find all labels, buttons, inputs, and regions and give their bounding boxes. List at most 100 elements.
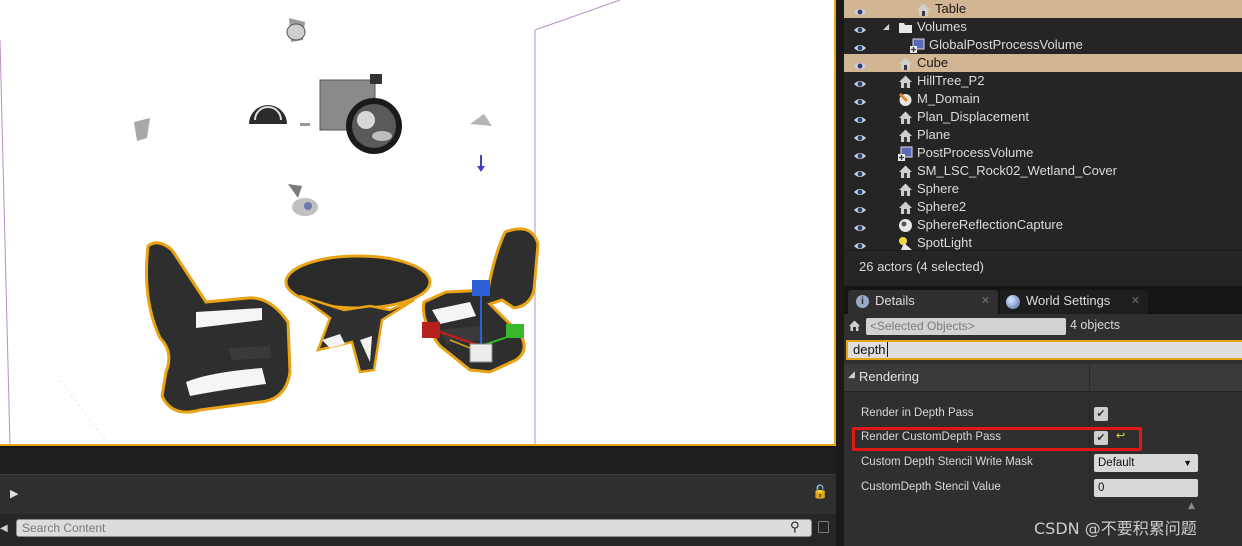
folder-icon <box>898 20 913 35</box>
outliner-row[interactable]: PostProcessVolume <box>844 144 1242 162</box>
column-splitter <box>1089 402 1090 426</box>
eye-visibility-icon[interactable] <box>853 22 866 33</box>
stencil-write-mask-dropdown[interactable]: Default ▼ <box>1094 454 1198 472</box>
outliner-row[interactable]: M_Domain <box>844 90 1242 108</box>
selection-row: <Selected Objects> 4 objects <box>844 314 1242 338</box>
text-caret <box>886 342 888 357</box>
property-label: Render in Depth Pass <box>861 407 974 419</box>
postprocess-volume-icon <box>898 146 913 161</box>
gamepad-gizmo-icon <box>288 184 318 216</box>
details-search-input[interactable]: depth <box>846 340 1242 360</box>
lock-icon[interactable]: 🔓 <box>812 485 828 500</box>
house-icon <box>898 74 913 89</box>
collapse-arrow-icon[interactable]: ◀ <box>0 523 8 534</box>
tab-world-settings[interactable]: World Settings ✕ <box>1000 290 1148 314</box>
outliner-row[interactable]: Plan_Displacement <box>844 108 1242 126</box>
property-label: Render CustomDepth Pass <box>861 431 1001 443</box>
chevron-down-icon: ▼ <box>1183 458 1192 468</box>
content-browser-toolbar: ▶ 🔓 <box>0 474 836 514</box>
scroll-up-arrow-icon[interactable]: ▲ <box>1188 501 1195 511</box>
house-icon <box>898 128 913 143</box>
outliner-row-label: Sphere <box>917 181 959 196</box>
render-in-depth-pass-checkbox[interactable]: ✔ <box>1094 407 1108 421</box>
tab-details[interactable]: i Details ✕ <box>848 290 998 314</box>
eye-visibility-icon[interactable] <box>853 112 866 123</box>
house-icon <box>848 319 861 332</box>
outliner-row[interactable]: Plane <box>844 126 1242 144</box>
property-label: CustomDepth Stencil Value <box>861 481 1001 493</box>
eye-visibility-icon[interactable] <box>853 130 866 141</box>
property-stencil-write-mask: Custom Depth Stencil Write Mask Default … <box>844 451 1242 475</box>
outliner-row[interactable]: Sphere <box>844 180 1242 198</box>
outliner-row[interactable]: Table <box>844 0 1242 18</box>
outliner-row-label: Sphere2 <box>917 199 967 214</box>
viewport-scene <box>0 0 621 444</box>
eye-visibility-icon[interactable] <box>853 220 866 231</box>
column-splitter[interactable] <box>1089 364 1090 392</box>
outliner-footer: 26 actors (4 selected) <box>844 250 1242 286</box>
decal-gizmo-icon <box>286 18 306 42</box>
outliner-row[interactable]: Cube <box>844 54 1242 72</box>
close-icon[interactable]: ✕ <box>981 290 990 312</box>
postprocess-volume-icon <box>910 38 925 53</box>
render-customdepth-pass-checkbox[interactable]: ✔ <box>1094 431 1108 445</box>
outliner-row[interactable]: GlobalPostProcessVolume <box>844 36 1242 54</box>
eye-visibility-icon[interactable] <box>853 94 866 105</box>
sound-gizmo-icon <box>134 118 150 141</box>
eye-visibility-icon[interactable] <box>853 58 866 69</box>
outliner-row-label: HillTree_P2 <box>917 73 985 88</box>
expand-triangle-icon[interactable]: ◢ <box>848 370 855 380</box>
house-icon <box>898 200 913 215</box>
house-icon <box>898 110 913 125</box>
category-title: Rendering <box>859 369 919 384</box>
property-label: Custom Depth Stencil Write Mask <box>861 456 1033 468</box>
outliner-row-label: SphereReflectionCapture <box>917 217 1063 232</box>
reset-to-default-icon[interactable]: ↩ <box>1116 429 1125 442</box>
column-splitter <box>1089 451 1090 475</box>
reflection-sphere-gizmo-icon <box>346 98 402 154</box>
column-splitter <box>1089 476 1090 500</box>
outliner-row-label: Cube <box>917 55 949 70</box>
eye-visibility-icon[interactable] <box>853 238 866 249</box>
details-search-value: depth <box>853 342 886 357</box>
expand-triangle-icon[interactable]: ◢ <box>883 18 889 36</box>
content-browser-spacer <box>0 448 836 474</box>
outliner-row-label: Table <box>935 1 967 16</box>
house-icon <box>916 2 931 17</box>
material-icon <box>898 92 913 107</box>
level-viewport[interactable] <box>0 0 836 446</box>
path-forward-arrow-icon[interactable]: ▶ <box>10 487 18 500</box>
outliner-row-label: M_Domain <box>917 91 980 106</box>
spotlight-icon <box>898 236 913 251</box>
eye-visibility-icon[interactable] <box>853 184 866 195</box>
outliner-row-label: GlobalPostProcessVolume <box>929 37 1083 52</box>
outliner-row[interactable]: SM_LSC_Rock02_Wetland_Cover <box>844 162 1242 180</box>
search-content-input[interactable]: Search Content <box>16 519 812 537</box>
stencil-value-input[interactable]: 0 <box>1094 479 1198 497</box>
outliner-row[interactable]: Sphere2 <box>844 198 1242 216</box>
outliner-row[interactable]: HillTree_P2 <box>844 72 1242 90</box>
outliner-row[interactable]: ◢ Volumes <box>844 18 1242 36</box>
eye-visibility-icon[interactable] <box>853 4 866 15</box>
eye-visibility-icon[interactable] <box>853 166 866 177</box>
outliner-row-label: Volumes <box>917 19 967 34</box>
close-icon[interactable]: ✕ <box>1131 290 1140 312</box>
details-panel: <Selected Objects> 4 objects depth ◢ Ren… <box>844 314 1242 546</box>
panel-splitter[interactable] <box>836 0 844 546</box>
eye-visibility-icon[interactable] <box>853 202 866 213</box>
outliner-row[interactable]: SphereReflectionCapture <box>844 216 1242 234</box>
save-search-icon[interactable] <box>818 521 829 533</box>
search-icon[interactable]: ⚲ <box>790 520 800 535</box>
selected-objects-field[interactable]: <Selected Objects> <box>866 318 1066 335</box>
watermark: CSDN @不要积累问题 <box>1034 519 1197 538</box>
dropdown-value: Default <box>1098 457 1135 469</box>
eye-visibility-icon[interactable] <box>853 76 866 87</box>
eye-visibility-icon[interactable] <box>853 148 866 159</box>
property-render-customdepth-pass: Render CustomDepth Pass ✔ ↩ <box>844 426 1242 450</box>
eye-visibility-icon[interactable] <box>853 40 866 51</box>
info-icon: i <box>856 295 869 308</box>
outliner-row-label: Plane <box>917 127 951 142</box>
category-rendering[interactable]: ◢ Rendering <box>844 364 1242 392</box>
house-icon <box>898 164 913 179</box>
globe-icon <box>1006 295 1020 309</box>
